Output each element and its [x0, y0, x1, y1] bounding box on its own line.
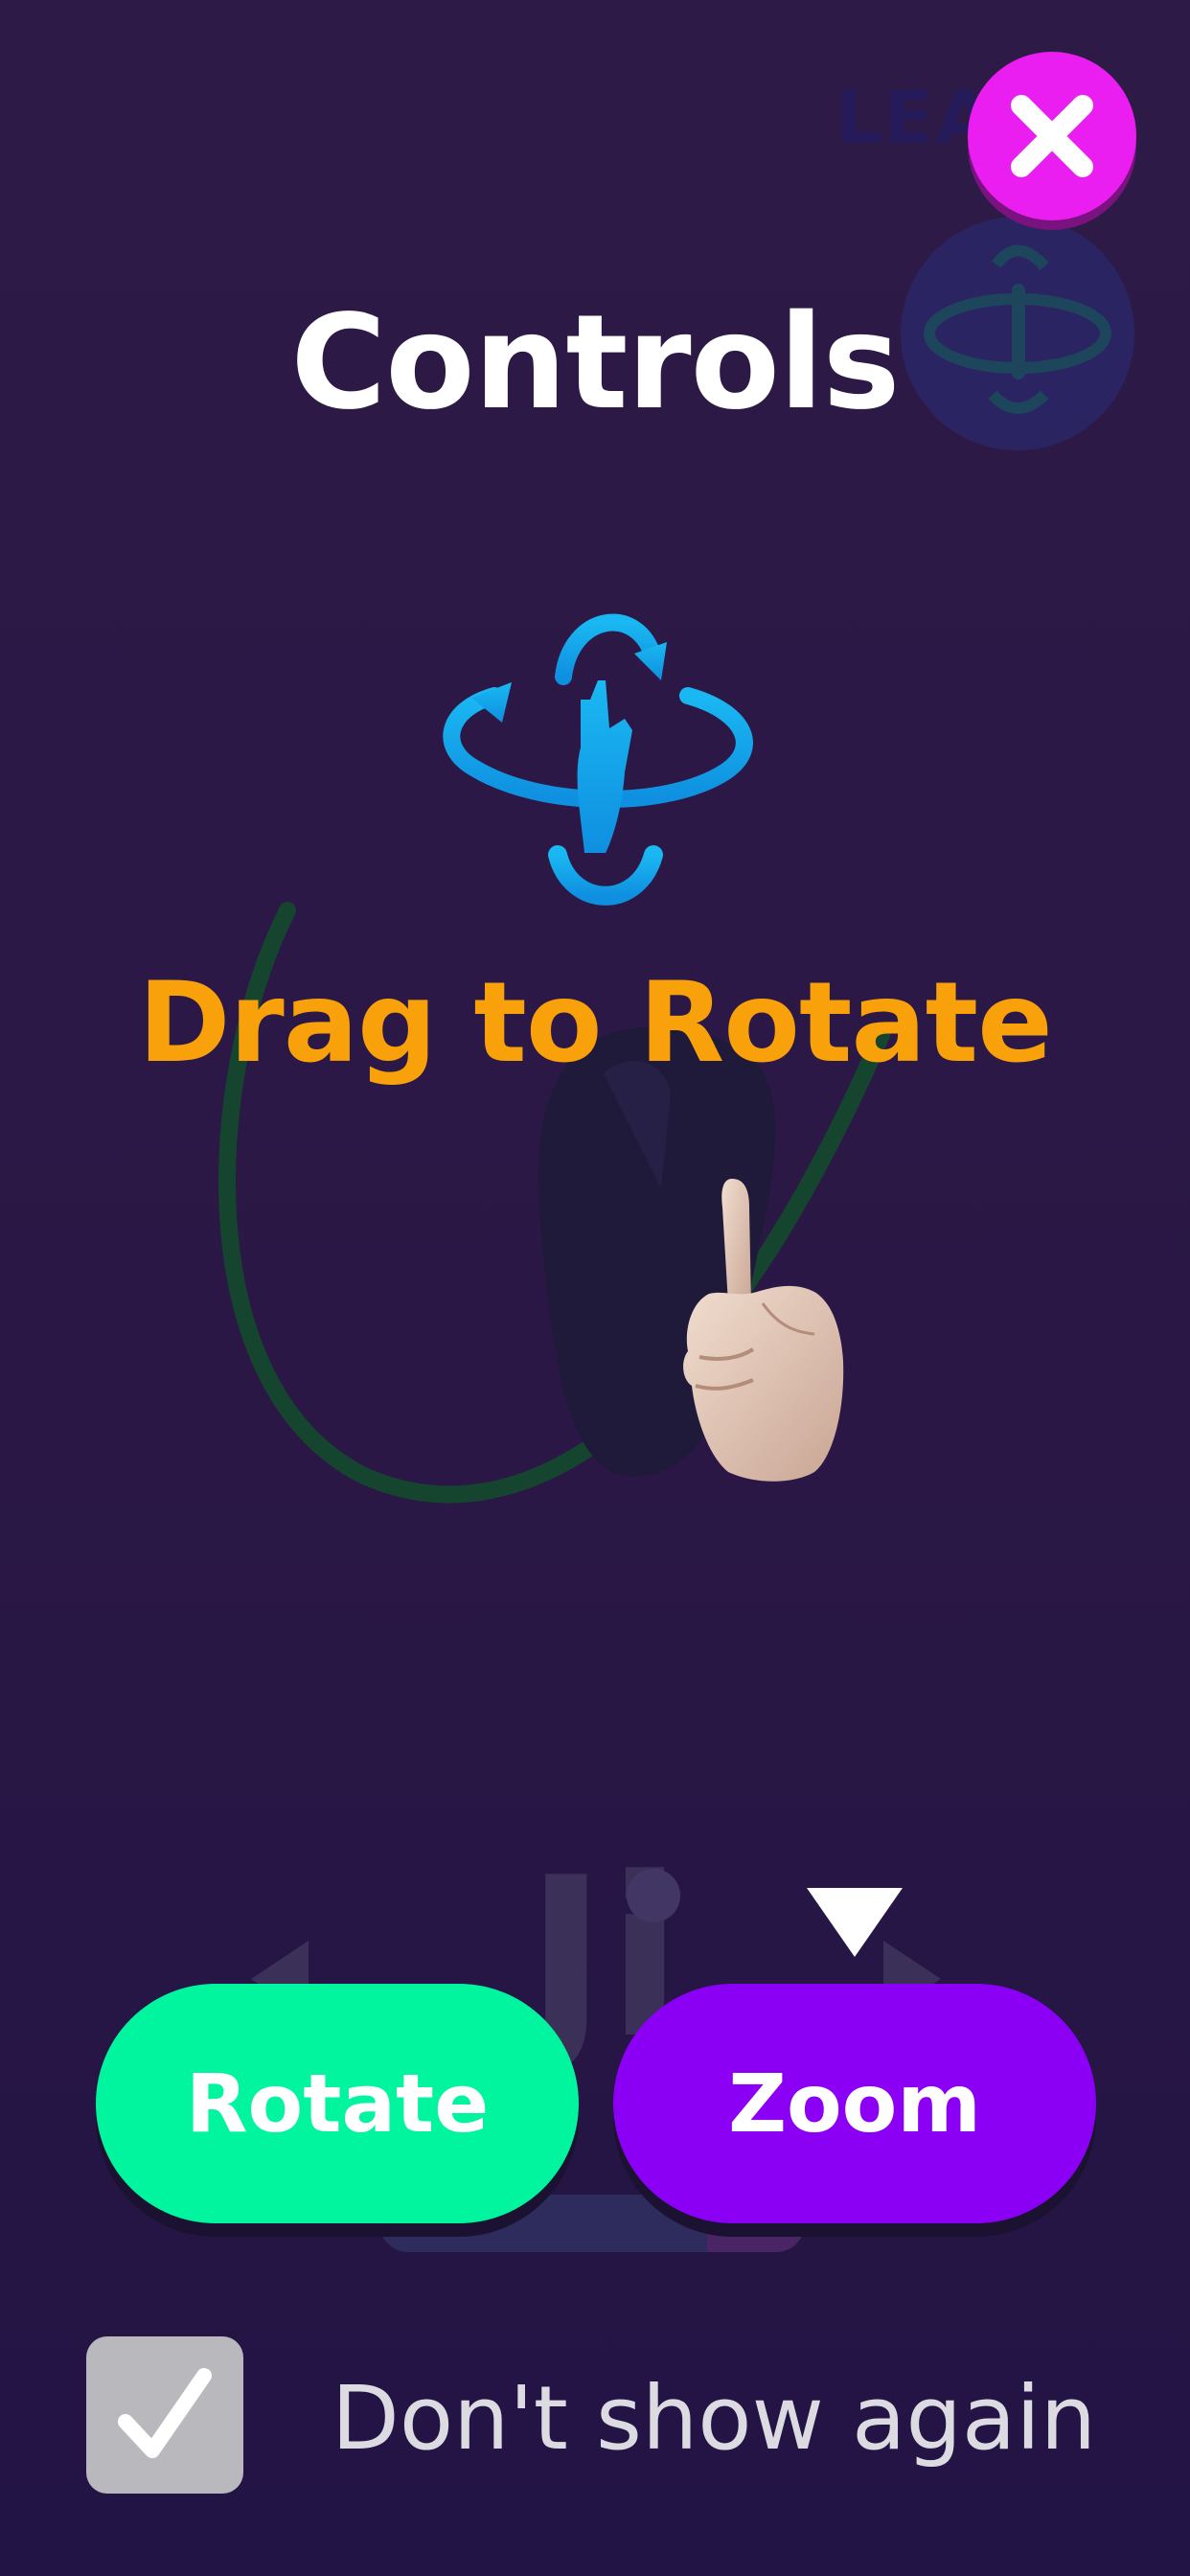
close-button[interactable] — [968, 52, 1136, 220]
dialog-title: Controls — [290, 288, 900, 439]
dont-show-again-checkbox[interactable] — [86, 2336, 243, 2494]
rotate-gesture-icon — [443, 613, 753, 906]
rotate-tab-button[interactable]: Rotate — [96, 1984, 579, 2223]
active-tab-indicator — [807, 1888, 903, 1957]
background-glyph-dot — [627, 1869, 680, 1922]
pointing-hand-icon — [683, 1179, 844, 1482]
dont-show-again-label: Don't show again — [332, 2367, 1097, 2470]
instruction-text: Drag to Rotate — [138, 958, 1053, 1088]
zoom-tab-button[interactable]: Zoom — [613, 1984, 1096, 2223]
checkmark-icon — [118, 2368, 212, 2458]
close-icon — [1011, 95, 1093, 177]
